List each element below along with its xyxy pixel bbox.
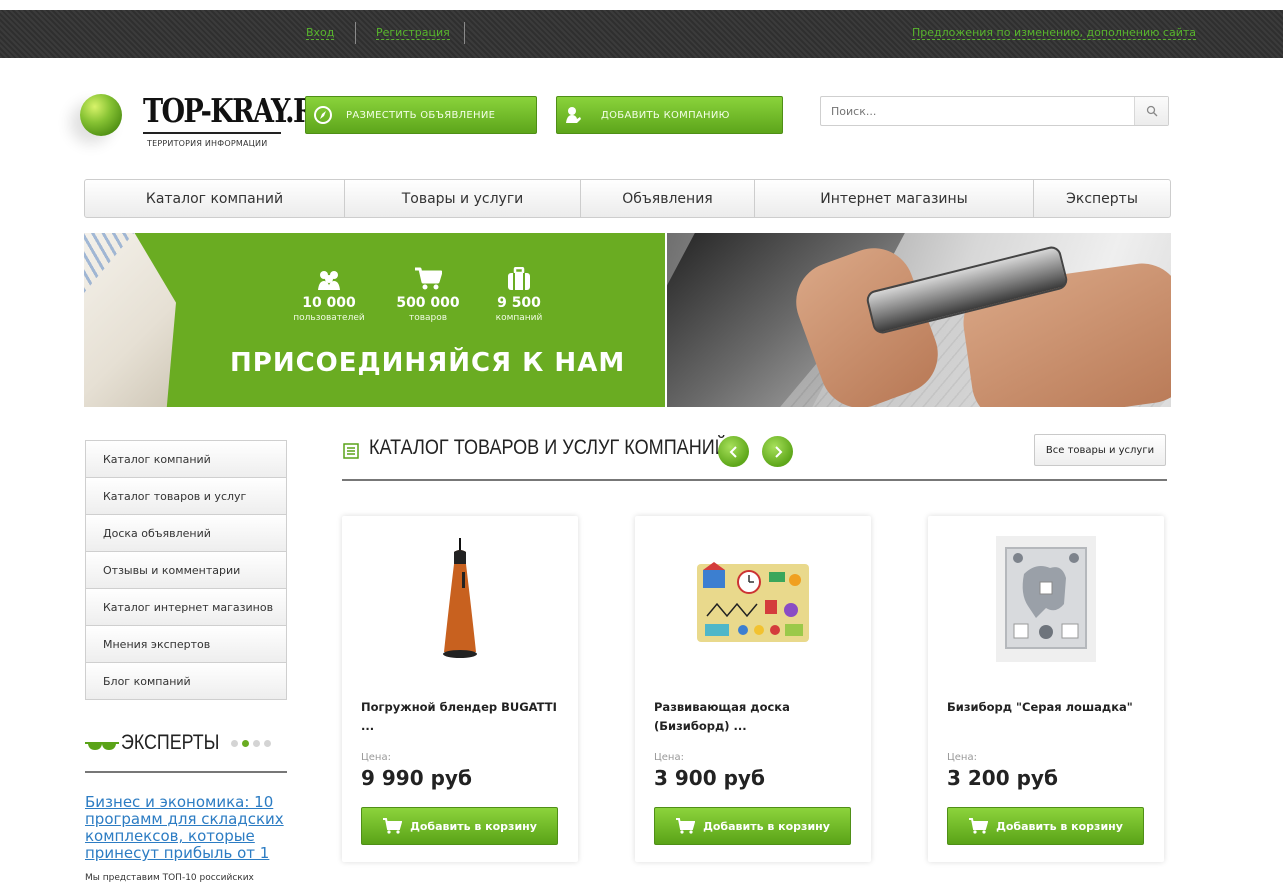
- product-price: 3 900 руб: [654, 766, 765, 790]
- expert-article-snippet: Мы представим ТОП-10 российских: [85, 873, 254, 883]
- add-to-cart-label: Добавить в корзину: [996, 819, 1123, 833]
- search-button[interactable]: [1134, 97, 1168, 125]
- topbar-divider: [355, 22, 356, 44]
- product-card: Бизиборд "Серая лошадка" Цена: 3 200 руб…: [928, 516, 1164, 862]
- add-company-label: ДОБАВИТЬ КОМПАНИЮ: [601, 109, 730, 121]
- add-to-cart-label: Добавить в корзину: [703, 819, 830, 833]
- nav-online-stores[interactable]: Интернет магазины: [755, 180, 1034, 217]
- product-price: 9 990 руб: [361, 766, 472, 790]
- pager-dot[interactable]: [253, 740, 260, 747]
- chevron-left-icon: [729, 445, 737, 458]
- stat-goods: 500 000 товаров: [383, 263, 473, 323]
- expert-article-link[interactable]: Бизнес и экономика: 10 программ для скла…: [85, 794, 290, 862]
- sidebar-item-company-catalog[interactable]: Каталог компаний: [86, 441, 286, 478]
- sidebar-item-goods-catalog[interactable]: Каталог товаров и услуг: [86, 478, 286, 515]
- product-name[interactable]: Погружной блендер BUGATTI ...: [361, 698, 566, 736]
- user-add-icon: [557, 105, 591, 125]
- cart-icon: [676, 818, 696, 834]
- logo-globe-icon[interactable]: [80, 94, 122, 136]
- catalog-divider: [342, 479, 1167, 481]
- paper-image: [84, 233, 176, 407]
- product-name[interactable]: Развивающая доска (Бизиборд) ...: [654, 698, 859, 736]
- sidebar-item-expert-opinions[interactable]: Мнения экспертов: [86, 626, 286, 663]
- stat-companies: 9 500 компаний: [474, 263, 564, 323]
- sidebar-item-online-stores[interactable]: Каталог интернет магазинов: [86, 589, 286, 626]
- cart-icon: [383, 263, 473, 291]
- stat-companies-number: 9 500: [497, 295, 541, 311]
- all-goods-button[interactable]: Все товары и услуги: [1034, 434, 1166, 466]
- post-ad-button[interactable]: РАЗМЕСТИТЬ ОБЪЯВЛЕНИЕ: [305, 96, 537, 134]
- nav-company-catalog[interactable]: Каталог компаний: [85, 180, 345, 217]
- stat-users: 10 000 пользователей: [284, 263, 374, 323]
- catalog-heading: КАТАЛОГ ТОВАРОВ И УСЛУГ КОМПАНИЙ: [369, 436, 728, 459]
- sidebar-item-ad-board[interactable]: Доска объявлений: [86, 515, 286, 552]
- main-nav: Каталог компаний Товары и услуги Объявле…: [84, 179, 1171, 218]
- pager-dot-active[interactable]: [242, 740, 249, 747]
- list-icon: [343, 443, 359, 459]
- nav-experts[interactable]: Эксперты: [1034, 180, 1170, 217]
- carousel-next-button[interactable]: [762, 436, 793, 467]
- experts-divider: [85, 771, 287, 773]
- product-price: 3 200 руб: [947, 766, 1058, 790]
- stat-users-label: пользователей: [293, 313, 365, 323]
- add-to-cart-button[interactable]: Добавить в корзину: [654, 807, 851, 845]
- nav-ads[interactable]: Объявления: [581, 180, 755, 217]
- price-label: Цена:: [361, 752, 391, 763]
- search-icon: [1146, 105, 1157, 117]
- join-banner[interactable]: [84, 233, 665, 407]
- experts-heading: ЭКСПЕРТЫ: [121, 731, 220, 754]
- stat-users-number: 10 000: [302, 295, 356, 311]
- login-link[interactable]: Вход: [306, 26, 335, 40]
- product-image-busyboard[interactable]: [683, 534, 823, 664]
- search-input[interactable]: [821, 97, 1134, 125]
- compass-icon: [306, 105, 340, 125]
- banner-photo: [667, 233, 1171, 407]
- post-ad-label: РАЗМЕСТИТЬ ОБЪЯВЛЕНИЕ: [346, 109, 496, 121]
- search-box: [820, 96, 1169, 126]
- sidebar-item-reviews[interactable]: Отзывы и комментарии: [86, 552, 286, 589]
- logo-subtitle: ТЕРРИТОРИЯ ИНФОРМАЦИИ: [147, 139, 268, 148]
- sidebar-item-company-blog[interactable]: Блог компаний: [86, 663, 286, 700]
- stat-goods-number: 500 000: [396, 295, 460, 311]
- product-name[interactable]: Бизиборд "Серая лошадка": [947, 698, 1152, 717]
- product-card: Развивающая доска (Бизиборд) ... Цена: 3…: [635, 516, 871, 862]
- add-to-cart-button[interactable]: Добавить в корзину: [947, 807, 1144, 845]
- pager-dot[interactable]: [231, 740, 238, 747]
- suggestions-link[interactable]: Предложения по изменению, дополнению сай…: [912, 26, 1196, 40]
- experts-pager: [231, 740, 271, 747]
- product-card: Погружной блендер BUGATTI ... Цена: 9 99…: [342, 516, 578, 862]
- join-headline: ПРИСОЕДИНЯЙСЯ К НАМ: [230, 348, 626, 378]
- add-to-cart-label: Добавить в корзину: [410, 819, 537, 833]
- stat-goods-label: товаров: [408, 313, 448, 323]
- product-image-gray-horse[interactable]: [976, 534, 1116, 664]
- carousel-prev-button[interactable]: [718, 436, 749, 467]
- topbar-divider: [464, 22, 465, 44]
- add-to-cart-button[interactable]: Добавить в корзину: [361, 807, 558, 845]
- cart-icon: [969, 818, 989, 834]
- briefcase-icon: [474, 263, 564, 291]
- price-label: Цена:: [654, 752, 684, 763]
- product-image-blender[interactable]: [390, 534, 530, 664]
- add-company-button[interactable]: ДОБАВИТЬ КОМПАНИЮ: [556, 96, 783, 134]
- price-label: Цена:: [947, 752, 977, 763]
- top-bar: Вход Регистрация Предложения по изменени…: [0, 10, 1283, 58]
- stat-companies-label: компаний: [495, 313, 543, 323]
- sidebar-menu: Каталог компаний Каталог товаров и услуг…: [85, 440, 287, 700]
- register-link[interactable]: Регистрация: [376, 26, 450, 40]
- logo-underline: [143, 132, 281, 134]
- chevron-right-icon: [774, 445, 782, 458]
- users-icon: [284, 263, 374, 291]
- pager-dot[interactable]: [264, 740, 271, 747]
- glasses-icon: [85, 742, 119, 750]
- nav-goods-services[interactable]: Товары и услуги: [345, 180, 581, 217]
- cart-icon: [383, 818, 403, 834]
